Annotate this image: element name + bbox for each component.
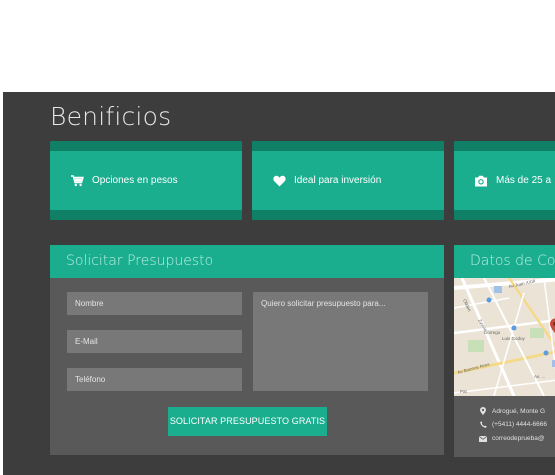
- map-label: Pat: [460, 389, 468, 394]
- name-field[interactable]: Nombre: [67, 292, 242, 315]
- envelope-icon: [478, 435, 488, 442]
- contact-panel: Datos de Co Av Juan XXIII Luis Godoy Av …: [454, 245, 555, 457]
- feature-label: Más de 25 a: [496, 175, 552, 186]
- submit-quote-button[interactable]: SOLICITAR PRESUPUESTO GRATIS: [168, 407, 327, 436]
- cart-icon: [70, 174, 84, 188]
- benefits-section: Benificios Opciones en pesos Ideal para …: [3, 92, 555, 475]
- feature-card-pesos: Opciones en pesos: [50, 141, 242, 220]
- map-label: Luis Godoy: [502, 336, 526, 341]
- contact-title: Datos de Co: [454, 245, 555, 278]
- phone-icon: [478, 421, 488, 428]
- quote-form-panel: Solicitar Presupuesto Nombre E-Mail Telé…: [50, 245, 444, 455]
- camera-icon: [474, 174, 488, 188]
- email-field[interactable]: E-Mail: [67, 330, 242, 353]
- message-textarea[interactable]: Quiero solicitar presupuesto para...: [253, 292, 428, 391]
- quote-form-title: Solicitar Presupuesto: [50, 245, 444, 278]
- feature-card-inversion: Ideal para inversión: [252, 141, 444, 220]
- contact-phone: (+5411) 4444-6666: [478, 421, 547, 428]
- map-label: Dorrego: [484, 330, 501, 335]
- phone-field[interactable]: Teléfono: [67, 368, 242, 391]
- map-label: Av. ...: [534, 374, 545, 379]
- heart-icon: [272, 174, 286, 188]
- location-map[interactable]: Av Juan XXIII Luis Godoy Av Buenos Aires…: [454, 277, 555, 397]
- feature-label: Opciones en pesos: [92, 175, 178, 186]
- feature-card-years: Más de 25 a: [454, 141, 555, 220]
- contact-email: correodeprueba@: [478, 435, 545, 442]
- contact-address: Adrogué, Monte G: [478, 407, 545, 415]
- feature-label: Ideal para inversión: [294, 175, 382, 186]
- section-title: Benificios: [50, 102, 172, 131]
- location-marker-icon: [478, 407, 488, 415]
